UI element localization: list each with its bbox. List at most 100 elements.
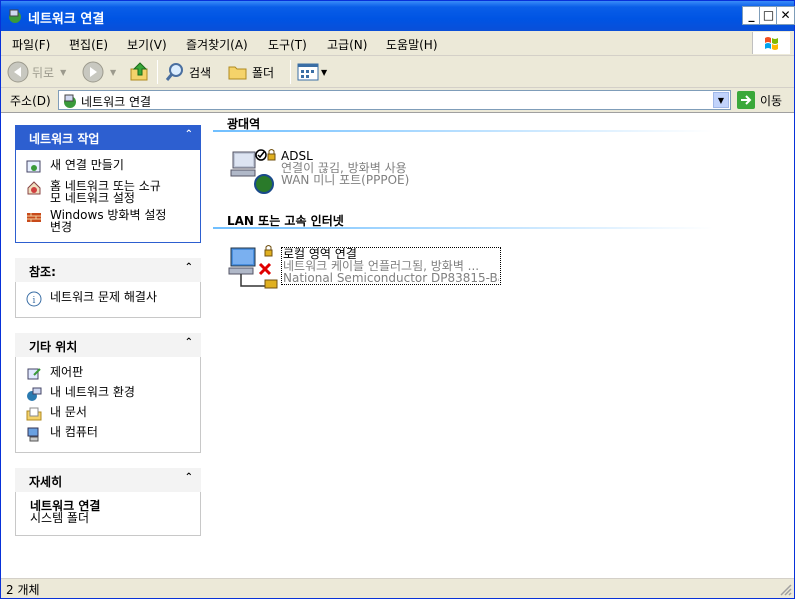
- back-dropdown-icon[interactable]: ▼: [60, 68, 66, 77]
- other-places-panel: 기타 위치 ⌃ 제어판 내 네트워크 환경 내 문서 내 컴퓨터: [15, 333, 201, 453]
- lan-connection-icon: [228, 245, 278, 289]
- my-network-places-icon: [27, 387, 42, 401]
- connection-name: 로컬 영역 연결: [283, 247, 357, 261]
- place-my-documents[interactable]: 내 문서: [26, 406, 200, 422]
- address-label: 주소(D): [10, 94, 51, 108]
- task-home-network[interactable]: 홈 네트워크 또는 소규 모 네트워크 설정: [26, 180, 200, 204]
- see-also-header[interactable]: 참조: ⌃: [15, 258, 201, 282]
- connection-device: WAN 미니 포트(PPPOE): [281, 173, 410, 187]
- search-label: 검색: [189, 65, 212, 80]
- go-arrow-icon: [737, 91, 755, 109]
- broadband-connection-icon: [230, 149, 276, 194]
- network-tasks-panel: 네트워크 작업 ⌃ 새 연결 만들기 홈 네트워크 또는 소규 모 네트워크 설정…: [15, 125, 201, 243]
- collapse-chevron-icon[interactable]: ⌃: [185, 129, 193, 140]
- network-connections-icon: [9, 9, 21, 23]
- menu-favorites[interactable]: 즐겨찾기(A): [186, 36, 248, 53]
- folders-button[interactable]: 폴더: [227, 60, 274, 84]
- forward-dropdown-icon[interactable]: ▼: [110, 68, 116, 77]
- see-also-title: 참조:: [29, 265, 56, 279]
- other-places-title: 기타 위치: [29, 340, 78, 354]
- back-label: 뒤로: [32, 65, 55, 80]
- menu-advanced[interactable]: 고급(N): [327, 36, 367, 53]
- folders-icon: [228, 66, 247, 80]
- forward-arrow-icon: [82, 61, 104, 83]
- task-firewall[interactable]: Windows 방화벽 설정 변경: [26, 209, 200, 233]
- title-bar[interactable]: 네트워크 연결 _ □ ✕: [1, 1, 795, 31]
- toolbar-separator: [157, 60, 158, 84]
- menu-edit[interactable]: 편집(E): [69, 36, 108, 53]
- connections-view: 광대역 ADSL 연결이 끊김, 방화벽 사용 WAN 미니 포트(PPPOE)…: [211, 113, 794, 579]
- search-icon: [165, 63, 183, 81]
- place-label: 제어판: [50, 365, 84, 379]
- connection-device: National Semiconductor DP83815-Ba...: [283, 272, 499, 284]
- details-panel: 자세히 ⌃ 네트워크 연결 시스템 폴더: [15, 468, 201, 536]
- views-button[interactable]: ▼: [297, 60, 327, 84]
- menu-bar: 파일(F) 편집(E) 보기(V) 즐겨찾기(A) 도구(T) 고급(N) 도움…: [1, 31, 794, 56]
- folders-label: 폴더: [252, 65, 275, 80]
- other-places-header[interactable]: 기타 위치 ⌃: [15, 333, 201, 357]
- address-bar: 주소(D) 네트워크 연결 ▼ 이동: [1, 88, 794, 112]
- task-label: 모 네트워크 설정: [50, 191, 135, 205]
- window: 네트워크 연결 _ □ ✕ 파일(F) 편집(E) 보기(V) 즐겨찾기(A) …: [0, 0, 795, 599]
- new-connection-icon: [26, 160, 41, 173]
- firewall-icon: [27, 213, 41, 222]
- views-icon: [297, 63, 319, 81]
- address-value: 네트워크 연결: [81, 95, 152, 109]
- go-label: 이동: [760, 93, 783, 108]
- task-label: 변경: [50, 220, 73, 234]
- menu-tools[interactable]: 도구(T): [268, 36, 307, 53]
- collapse-chevron-icon[interactable]: ⌃: [185, 262, 193, 273]
- my-documents-icon: [26, 407, 42, 421]
- menu-file[interactable]: 파일(F): [12, 36, 50, 53]
- address-dropdown-button[interactable]: ▼: [713, 92, 729, 108]
- control-panel-icon: [27, 368, 41, 380]
- network-connections-icon: [64, 94, 76, 108]
- windows-logo-icon: [752, 32, 790, 54]
- group-divider: [213, 130, 713, 132]
- task-label: 새 연결 만들기: [50, 158, 124, 172]
- connection-local-area[interactable]: 로컬 영역 연결 네트워크 케이블 언플러그됨, 방화벽 ... Nationa…: [227, 244, 517, 292]
- forward-button[interactable]: ▼: [82, 60, 116, 84]
- see-also-panel: 참조: ⌃ i 네트워크 문제 해결사: [15, 258, 201, 318]
- menu-view[interactable]: 보기(V): [127, 36, 167, 53]
- place-label: 내 네트워크 환경: [50, 385, 135, 399]
- task-pane: 네트워크 작업 ⌃ 새 연결 만들기 홈 네트워크 또는 소규 모 네트워크 설정…: [1, 113, 211, 579]
- toolbar: 뒤로 ▼ ▼ 검색 폴더 ▼: [1, 56, 794, 88]
- network-tasks-header[interactable]: 네트워크 작업 ⌃: [15, 125, 201, 149]
- status-text: 2 개체: [6, 583, 40, 597]
- menu-help[interactable]: 도움말(H): [386, 36, 438, 53]
- details-type: 시스템 폴더: [30, 511, 90, 525]
- toolbar-separator: [290, 60, 291, 84]
- info-icon: i: [26, 291, 42, 307]
- views-dropdown-icon[interactable]: ▼: [321, 68, 327, 77]
- place-label: 내 문서: [50, 405, 87, 419]
- details-title: 자세히: [29, 475, 63, 489]
- place-my-network[interactable]: 내 네트워크 환경: [26, 386, 200, 402]
- task-label: 네트워크 문제 해결사: [50, 290, 157, 304]
- home-network-icon: [27, 181, 41, 195]
- close-button[interactable]: ✕: [776, 6, 795, 25]
- go-button[interactable]: 이동: [737, 91, 782, 109]
- details-header[interactable]: 자세히 ⌃: [15, 468, 201, 492]
- up-folder-icon: [130, 62, 148, 81]
- group-divider: [213, 227, 713, 229]
- resize-grip-icon[interactable]: [778, 582, 792, 596]
- address-input[interactable]: 네트워크 연결 ▼: [58, 90, 731, 110]
- back-arrow-icon: [7, 61, 29, 83]
- connection-adsl[interactable]: ADSL 연결이 끊김, 방화벽 사용 WAN 미니 포트(PPPOE): [227, 146, 517, 194]
- search-button[interactable]: 검색: [164, 60, 211, 84]
- up-folder-button[interactable]: [129, 60, 151, 84]
- connection-status: 네트워크 케이블 언플러그됨, 방화벽 ...: [283, 260, 480, 272]
- task-new-connection[interactable]: 새 연결 만들기: [26, 159, 200, 175]
- place-my-computer[interactable]: 내 컴퓨터: [26, 426, 200, 442]
- svg-text:i: i: [33, 296, 36, 306]
- back-button[interactable]: 뒤로 ▼: [7, 60, 66, 84]
- content-area: 네트워크 작업 ⌃ 새 연결 만들기 홈 네트워크 또는 소규 모 네트워크 설정…: [1, 112, 794, 579]
- task-troubleshooter[interactable]: i 네트워크 문제 해결사: [26, 291, 200, 307]
- status-bar: 2 개체: [1, 578, 794, 598]
- collapse-chevron-icon[interactable]: ⌃: [185, 472, 193, 483]
- collapse-chevron-icon[interactable]: ⌃: [185, 337, 193, 348]
- place-label: 내 컴퓨터: [50, 425, 98, 439]
- place-control-panel[interactable]: 제어판: [26, 366, 200, 382]
- my-computer-icon: [27, 427, 39, 442]
